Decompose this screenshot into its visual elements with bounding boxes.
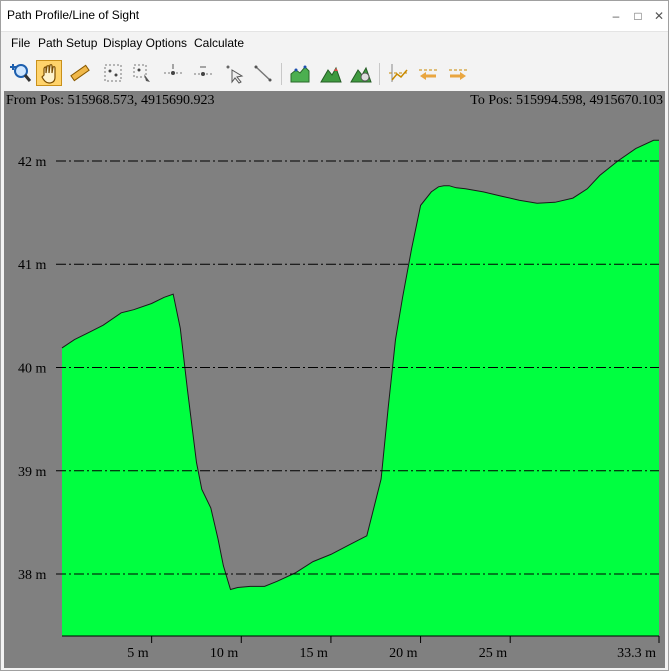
profile-plot-area[interactable]: 38 m 39 m 40 m 41 m 42 m 5 m 10 m 15 m 20 m 25 m 3… — [4, 91, 665, 668]
select-points-icon — [104, 64, 122, 82]
from-position-label: From Pos: 515968.573, 4915690.923 — [6, 93, 215, 108]
y-tick-label: 38 m — [18, 568, 47, 583]
select-points-alt-icon — [133, 64, 150, 82]
x-tick-label: 10 m — [210, 646, 239, 661]
zoom-tool-button[interactable] — [7, 60, 33, 86]
menu-file[interactable]: File — [11, 36, 30, 50]
menu-path-setup[interactable]: Path Setup — [38, 36, 97, 50]
toolbar-separator — [379, 63, 380, 85]
terrain-icon — [320, 66, 342, 83]
line-tool-button[interactable] — [250, 60, 276, 86]
to-position-label: To Pos: 515994.598, 4915670.103 — [470, 93, 663, 108]
x-tick-label: 5 m — [127, 646, 149, 661]
pan-hand-icon — [41, 64, 56, 84]
y-tick-label: 40 m — [18, 362, 47, 377]
x-tick-label: 20 m — [389, 646, 418, 661]
remove-point-button[interactable] — [190, 60, 216, 86]
profile-chart: 38 m 39 m 40 m 41 m 42 m 5 m 10 m 15 m 20 m 25 m 3… — [4, 91, 665, 668]
measure-ruler-button[interactable] — [67, 60, 93, 86]
y-tick-label: 39 m — [18, 465, 47, 480]
maximize-icon[interactable]: □ — [628, 6, 648, 26]
select-arrow-button[interactable] — [221, 60, 247, 86]
profile-graph-button[interactable] — [287, 60, 313, 86]
terrain-button[interactable] — [318, 60, 344, 86]
x-tick-label: 33.3 m — [617, 646, 656, 661]
x-tick-label: 25 m — [479, 646, 508, 661]
pan-hand-button[interactable] — [36, 60, 62, 86]
toolbar — [1, 57, 668, 91]
reverse-left-button[interactable] — [415, 60, 441, 86]
select-points-button[interactable] — [100, 60, 126, 86]
select-points-alt-button[interactable] — [129, 60, 155, 86]
path-profile-window: Path Profile/Line of Sight – □ ✕ File Pa… — [0, 0, 669, 671]
line-of-sight-button[interactable] — [385, 60, 411, 86]
terrain-settings-button[interactable] — [348, 60, 374, 86]
menu-calculate[interactable]: Calculate — [194, 36, 244, 50]
line-of-sight-icon — [389, 64, 408, 82]
menu-display-options[interactable]: Display Options — [103, 36, 187, 50]
close-icon[interactable]: ✕ — [649, 6, 669, 26]
x-tick-label: 15 m — [300, 646, 329, 661]
toolbar-separator — [281, 63, 282, 85]
measure-ruler-icon — [70, 64, 90, 82]
terrain-settings-icon — [350, 66, 372, 83]
y-tick-label: 42 m — [18, 155, 47, 170]
menu-bar: File Path Setup Display Options Calculat… — [1, 32, 668, 54]
zoom-tool-icon — [10, 64, 31, 82]
remove-point-icon — [194, 66, 212, 76]
reverse-right-icon — [449, 69, 467, 80]
profile-graph-icon — [290, 65, 310, 83]
title-bar[interactable]: Path Profile/Line of Sight – □ ✕ — [1, 1, 668, 32]
add-point-button[interactable] — [160, 60, 186, 86]
y-tick-label: 41 m — [18, 258, 47, 273]
add-point-icon — [164, 64, 182, 75]
reverse-left-icon — [419, 69, 437, 80]
select-arrow-icon — [226, 65, 244, 84]
reverse-right-button[interactable] — [445, 60, 471, 86]
window-title: Path Profile/Line of Sight — [7, 8, 140, 22]
minimize-icon[interactable]: – — [606, 6, 626, 26]
line-tool-icon — [254, 65, 272, 82]
